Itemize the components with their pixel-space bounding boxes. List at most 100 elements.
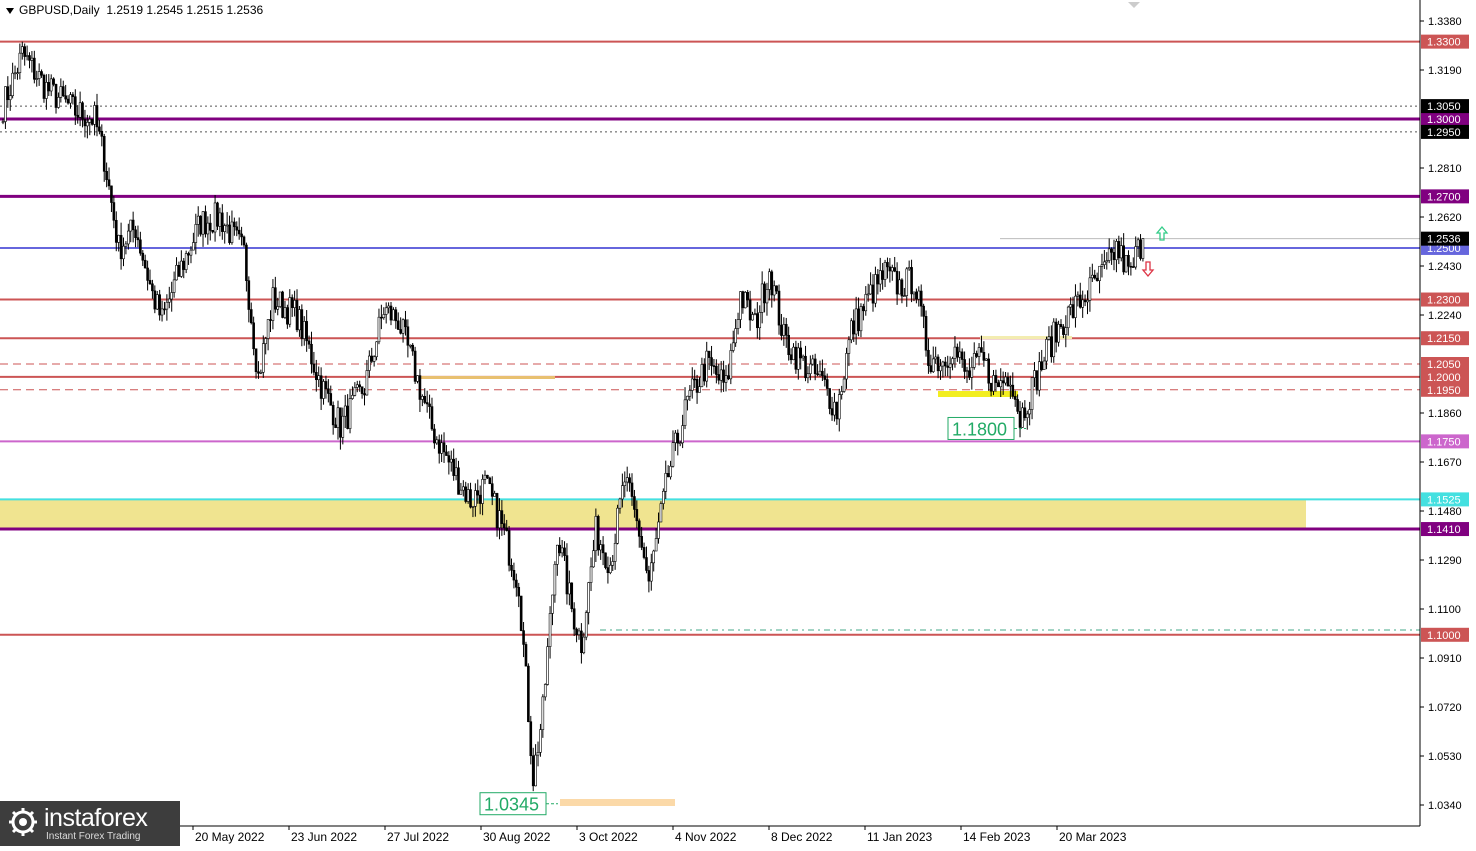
candle-body xyxy=(970,367,974,378)
candle-body xyxy=(584,612,588,638)
candle-body xyxy=(915,291,918,300)
candle-body xyxy=(580,630,583,654)
svg-text:1.1000: 1.1000 xyxy=(1427,630,1461,642)
candle-body xyxy=(498,510,501,529)
dropdown-triangle-icon[interactable] xyxy=(6,7,14,14)
price-label: 1.1525 xyxy=(1421,492,1469,507)
candle-body xyxy=(1136,239,1140,247)
candle-body xyxy=(1141,238,1145,259)
zone-layer xyxy=(0,499,1306,530)
candle-body xyxy=(804,355,807,379)
svg-text:1.1950: 1.1950 xyxy=(1427,385,1461,397)
svg-text:1.2150: 1.2150 xyxy=(1427,333,1461,345)
candle-body xyxy=(201,211,205,235)
candle-body xyxy=(1016,399,1019,412)
candle-body xyxy=(510,565,513,571)
candle-body xyxy=(1081,299,1084,308)
candle-body xyxy=(11,72,14,97)
candle-body xyxy=(999,380,1003,388)
candle-body xyxy=(681,425,684,444)
candle-body xyxy=(319,375,323,399)
candle-body xyxy=(599,544,602,551)
candle-body xyxy=(423,396,427,403)
candle-body xyxy=(1131,266,1135,268)
candle-body xyxy=(288,297,292,325)
candle-body xyxy=(951,358,954,365)
candle-body xyxy=(1088,277,1092,301)
x-tick-label: 20 Mar 2023 xyxy=(1059,830,1127,844)
candle-body xyxy=(888,266,892,272)
candle-body xyxy=(611,561,615,566)
candle-body xyxy=(565,555,569,595)
y-tick-label: 1.1860 xyxy=(1428,408,1462,420)
candle-body xyxy=(828,388,831,409)
candle-body xyxy=(312,363,316,373)
candle-body xyxy=(734,328,737,344)
candle-body xyxy=(189,249,193,256)
annotation-label: 1.1800 xyxy=(947,416,1026,440)
candle-body xyxy=(743,292,747,309)
candle-body xyxy=(112,202,116,221)
candle-body xyxy=(440,442,443,454)
candle-body xyxy=(1001,380,1005,384)
candle-body xyxy=(310,343,313,365)
candle-body xyxy=(652,550,656,564)
candle-body xyxy=(751,314,754,321)
candle-body xyxy=(963,359,966,372)
candle-body xyxy=(206,222,210,235)
candle-body xyxy=(664,473,668,492)
candle-body xyxy=(936,356,940,372)
candle-body xyxy=(1127,255,1130,267)
candle-body xyxy=(842,378,846,392)
candle-body xyxy=(512,569,516,581)
candle-body xyxy=(782,324,786,336)
candle-body xyxy=(146,267,149,281)
candle-body xyxy=(158,294,161,316)
candle-body xyxy=(363,393,366,396)
candle-body xyxy=(772,285,776,296)
svg-text:1.3050: 1.3050 xyxy=(1427,101,1461,113)
candle-body xyxy=(997,382,1000,388)
candle-body xyxy=(809,363,812,375)
candle-body xyxy=(160,308,164,316)
candle-body xyxy=(845,353,848,380)
candle-body xyxy=(295,300,299,331)
candle-body xyxy=(893,267,897,272)
candle-body xyxy=(543,684,547,698)
candle-body xyxy=(1054,321,1058,343)
y-tick-label: 1.1480 xyxy=(1428,506,1462,518)
candle-body xyxy=(722,369,725,383)
candle-body xyxy=(1006,376,1010,387)
candle-body xyxy=(425,402,429,405)
candle-body xyxy=(623,481,627,486)
candle-body xyxy=(305,321,308,342)
price-label: 1.2050 xyxy=(1421,357,1469,371)
candle-body xyxy=(850,320,853,341)
candle-body xyxy=(813,358,817,375)
candle-body xyxy=(524,644,528,667)
candle-body xyxy=(20,46,24,54)
logo-name: instaforex xyxy=(44,804,148,832)
candle-body xyxy=(1107,248,1111,261)
candle-body xyxy=(334,424,337,428)
candle-body xyxy=(931,358,935,372)
candle-body xyxy=(392,309,395,321)
y-tick-label: 1.1100 xyxy=(1428,604,1461,616)
candle-body xyxy=(958,351,962,358)
candle-body xyxy=(604,552,607,568)
candle-body xyxy=(637,520,641,537)
candle-body xyxy=(408,344,412,347)
candle-body xyxy=(66,98,70,104)
candle-body xyxy=(194,224,198,243)
candle-body xyxy=(172,279,176,293)
candle-body xyxy=(787,334,790,356)
candle-body xyxy=(601,544,605,554)
candle-body xyxy=(329,393,333,406)
candle-body xyxy=(177,264,181,277)
candle-body xyxy=(854,308,858,335)
candle-body xyxy=(199,215,202,235)
candle-body xyxy=(1124,255,1128,273)
candle-body xyxy=(1112,252,1116,261)
candle-body xyxy=(90,118,94,125)
candle-body xyxy=(86,122,89,127)
